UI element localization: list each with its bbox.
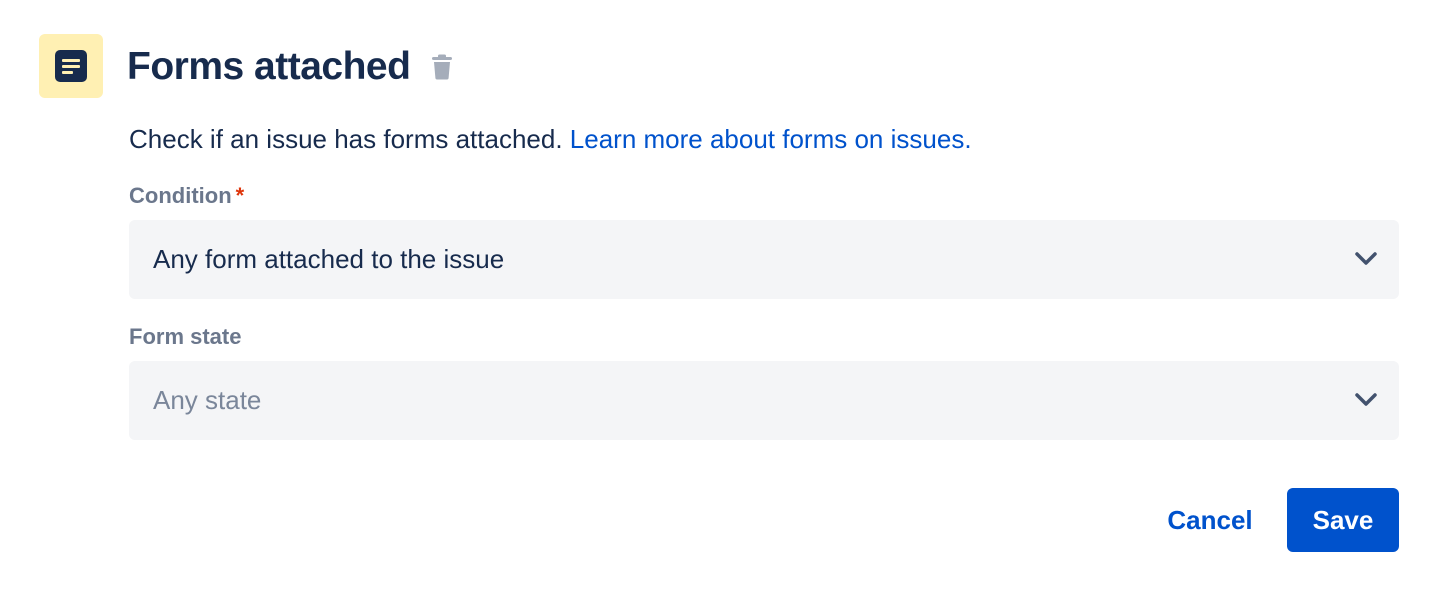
chevron-down-icon [1355, 252, 1377, 265]
condition-label: Condition * [129, 182, 244, 210]
document-glyph [55, 50, 87, 82]
condition-select[interactable]: Any form attached to the issue [129, 220, 1399, 299]
chevron-down-icon [1355, 393, 1377, 406]
form-document-icon [39, 34, 103, 98]
trash-icon[interactable] [430, 54, 454, 80]
condition-select-value: Any form attached to the issue [153, 244, 505, 274]
form-state-label-text: Form state [129, 324, 242, 349]
form-state-placeholder: Any state [153, 385, 262, 415]
form-state-label: Form state [129, 323, 241, 351]
form-state-select[interactable]: Any state [129, 361, 1399, 440]
description: Check if an issue has forms attached. Le… [129, 122, 972, 156]
save-button[interactable]: Save [1287, 488, 1399, 552]
cancel-button[interactable]: Cancel [1150, 488, 1270, 552]
page-title: Forms attached [127, 45, 411, 88]
description-text: Check if an issue has forms attached. [129, 124, 563, 154]
learn-more-link[interactable]: Learn more about forms on issues. [570, 124, 972, 154]
condition-label-text: Condition [129, 183, 232, 208]
required-marker: * [235, 183, 245, 208]
